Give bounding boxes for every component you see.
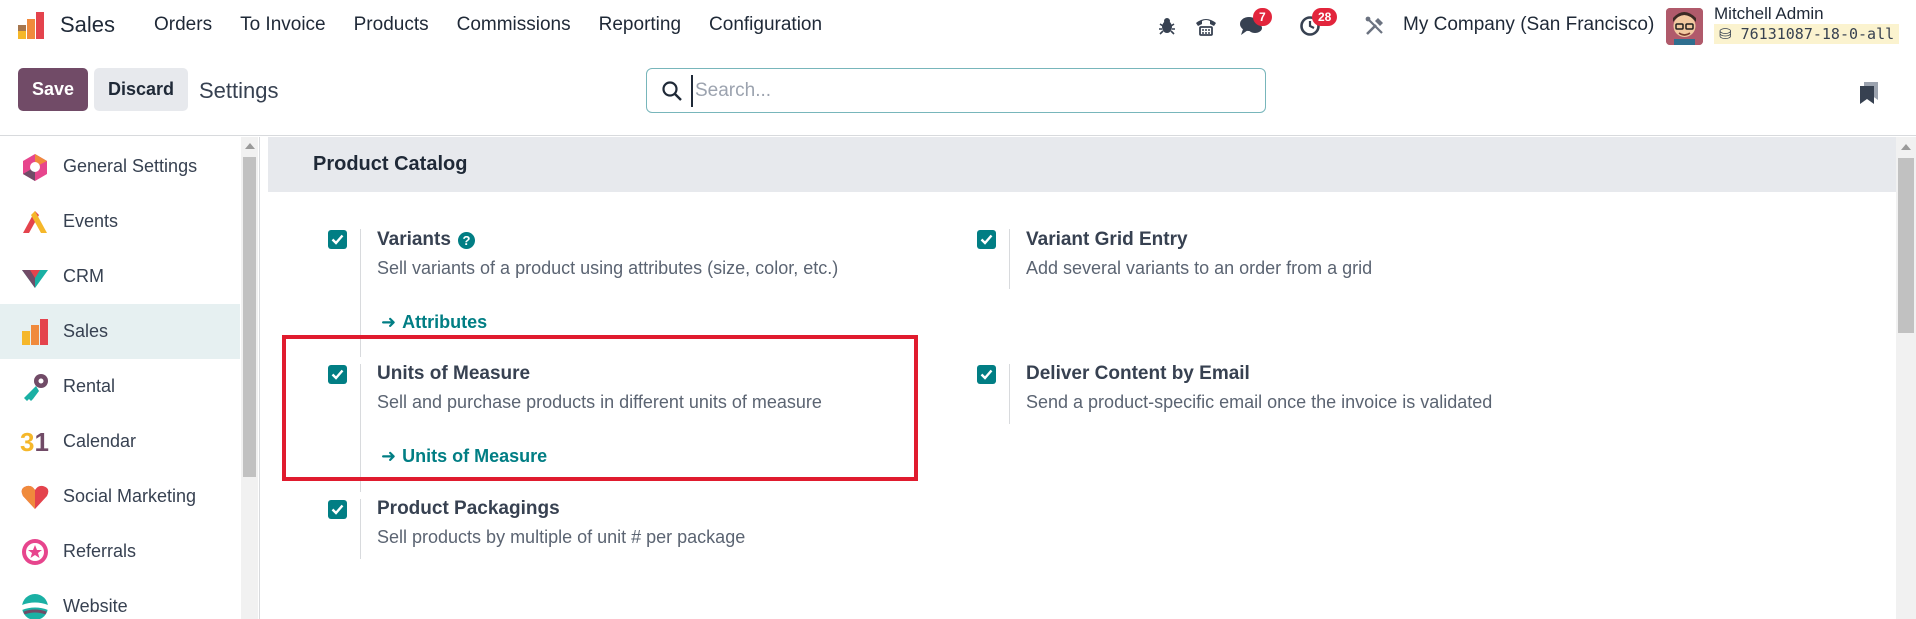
setting-description: Add several variants to an order from a … (1026, 258, 1373, 278)
menu-products[interactable]: Products (340, 14, 443, 36)
user-avatar[interactable] (1666, 8, 1703, 45)
database-name: ⛁ 76131087-18-0-all (1714, 24, 1900, 44)
search-icon (662, 81, 682, 101)
calendar-icon: 31 (20, 427, 50, 457)
section-header: Product Catalog (268, 137, 1896, 192)
sales-app-icon[interactable] (16, 11, 48, 41)
database-icon: ⛁ (1719, 25, 1732, 43)
menu-commissions[interactable]: Commissions (443, 14, 585, 36)
sidebar-item-social-marketing[interactable]: Social Marketing (0, 469, 240, 524)
bookmark-icon[interactable] (1858, 80, 1880, 106)
debug-icon[interactable] (1154, 13, 1180, 39)
top-navbar: Sales Orders To Invoice Products Commiss… (0, 0, 1916, 52)
rental-icon (24, 373, 48, 401)
crm-icon (22, 269, 48, 288)
sidebar-item-label: General Settings (63, 156, 198, 176)
page-title: Settings (199, 78, 279, 103)
setting-divider (1009, 229, 1010, 289)
calendar-icon-text: 31 (20, 426, 49, 457)
attributes-link[interactable]: ➜ Attributes (381, 312, 487, 333)
control-panel: Save Discard Settings (0, 52, 1916, 136)
content-scroll-up-icon[interactable] (1901, 144, 1911, 150)
sidebar-item-label: Calendar (63, 431, 137, 451)
check-icon (980, 234, 993, 245)
sidebar-item-label: Sales (63, 321, 109, 341)
general-settings-icon (23, 153, 47, 181)
check-icon (980, 369, 993, 380)
sidebar-scrollbar-thumb[interactable] (243, 157, 256, 477)
setting-title: Deliver Content by Email (1026, 363, 1250, 384)
app-name[interactable]: Sales (60, 12, 115, 38)
sidebar-item-events[interactable]: Events (0, 194, 240, 249)
sidebar-item-referrals[interactable]: Referrals (0, 524, 240, 579)
sidebar-scroll-up-icon[interactable] (245, 143, 255, 149)
setting-divider (1009, 364, 1010, 424)
tools-icon[interactable] (1362, 13, 1388, 39)
settings-sidebar: General Settings Events CRM Sales Rental (0, 137, 240, 619)
search-input[interactable] (691, 75, 1251, 107)
variant-grid-entry-checkbox[interactable] (977, 230, 996, 249)
save-button[interactable]: Save (18, 68, 88, 111)
sales-icon (22, 318, 48, 345)
setting-divider (360, 499, 361, 559)
referrals-icon (22, 538, 48, 565)
setting-description: Sell products by multiple of unit # per … (377, 527, 746, 547)
sidebar-item-label: Social Marketing (63, 486, 197, 506)
sidebar-item-website[interactable]: Website (0, 579, 240, 619)
messages-icon[interactable]: 7 (1238, 8, 1272, 39)
sidebar-item-calendar[interactable]: 31 Calendar (0, 414, 240, 469)
setting-title: Variants (377, 229, 451, 250)
setting-title: Product Packagings (377, 498, 560, 519)
menu-reporting[interactable]: Reporting (585, 14, 695, 36)
discard-button[interactable]: Discard (94, 68, 188, 111)
main-menu: Orders To Invoice Products Commissions R… (140, 14, 836, 36)
variants-checkbox[interactable] (328, 230, 347, 249)
company-switcher[interactable]: My Company (San Francisco) (1403, 14, 1654, 36)
link-label: Attributes (402, 312, 488, 332)
help-icon[interactable]: ? (458, 232, 475, 249)
social-marketing-icon (21, 485, 49, 509)
arrow-right-icon: ➜ (381, 312, 397, 332)
sidebar-item-label: Events (63, 211, 119, 231)
activities-icon[interactable]: 28 (1297, 8, 1338, 39)
menu-to-invoice[interactable]: To Invoice (226, 14, 340, 36)
sidebar-item-rental[interactable]: Rental (0, 359, 240, 414)
sidebar-item-general-settings[interactable]: General Settings (0, 139, 240, 194)
setting-description: Send a product-specific email once the i… (1026, 392, 1493, 412)
events-icon (23, 210, 47, 233)
setting-description: Sell variants of a product using attribu… (377, 258, 839, 278)
section-title: Product Catalog (313, 153, 468, 175)
user-name[interactable]: Mitchell Admin (1714, 4, 1824, 24)
sidebar-item-label: Rental (63, 376, 116, 396)
sidebar-item-label: Referrals (63, 541, 137, 561)
activities-badge: 28 (1312, 8, 1338, 26)
content-scrollbar-thumb[interactable] (1898, 158, 1914, 333)
search-box[interactable] (646, 68, 1266, 113)
sidebar-item-label: CRM (63, 266, 104, 286)
sidebar-item-sales[interactable]: Sales (0, 304, 240, 359)
product-packagings-checkbox[interactable] (328, 500, 347, 519)
deliver-content-checkbox[interactable] (977, 365, 996, 384)
sidebar-item-label: Website (63, 596, 128, 616)
menu-orders[interactable]: Orders (140, 14, 226, 36)
highlight-box (282, 335, 918, 481)
website-icon (22, 593, 48, 619)
database-name-text: 76131087-18-0-all (1740, 25, 1895, 43)
sidebar-item-crm[interactable]: CRM (0, 249, 240, 304)
menu-configuration[interactable]: Configuration (695, 14, 836, 36)
phone-icon[interactable] (1193, 13, 1219, 39)
messages-badge: 7 (1253, 8, 1272, 26)
setting-title: Variant Grid Entry (1026, 229, 1188, 250)
check-icon (331, 234, 344, 245)
check-icon (331, 504, 344, 515)
